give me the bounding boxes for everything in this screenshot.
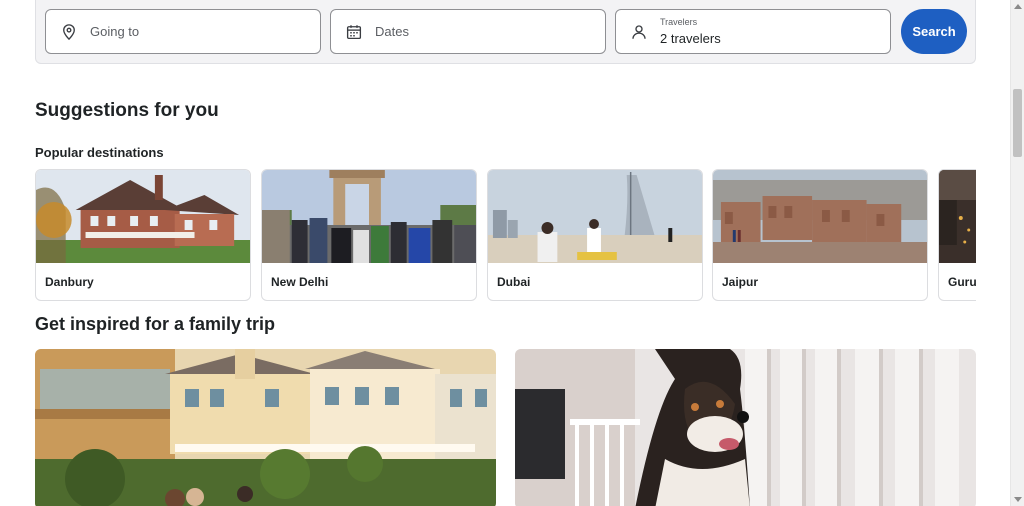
scroll-thumb[interactable]	[1013, 89, 1022, 157]
destination-card-new-delhi[interactable]: New Delhi	[261, 169, 477, 301]
destination-image	[939, 170, 976, 263]
going-to-placeholder: Going to	[90, 24, 140, 39]
destination-image	[488, 170, 702, 263]
inspiration-heading: Get inspired for a family trip	[35, 314, 276, 334]
family-trip-image-beach-houses[interactable]	[35, 349, 496, 506]
destination-name: Dubai	[497, 275, 531, 289]
destination-image	[713, 170, 927, 263]
location-pin-icon	[58, 21, 80, 43]
dates-field[interactable]: Dates	[330, 9, 606, 54]
destination-name: New Delhi	[271, 275, 329, 289]
destination-name: Guru	[948, 275, 976, 289]
travelers-label: Travelers	[660, 16, 698, 27]
going-to-field[interactable]: Going to	[45, 9, 321, 54]
destination-image	[36, 170, 250, 263]
person-icon	[628, 21, 650, 43]
destinations-carousel: Danbury New Delhi Dubai Jaipur Guru	[35, 169, 976, 301]
destination-card-danbury[interactable]: Danbury	[35, 169, 251, 301]
scroll-up-arrow-icon[interactable]	[1014, 4, 1022, 9]
destination-image	[262, 170, 476, 263]
suggestions-heading: Suggestions for you	[35, 100, 219, 121]
destination-card-jaipur[interactable]: Jaipur	[712, 169, 928, 301]
travelers-value: 2 travelers	[660, 30, 721, 46]
page: Going to Dates Travelers 2 travelers Sea…	[0, 0, 1010, 506]
scroll-down-arrow-icon[interactable]	[1014, 497, 1022, 502]
page-scrollbar[interactable]	[1010, 0, 1024, 506]
dates-placeholder: Dates	[375, 24, 409, 39]
destination-name: Danbury	[45, 275, 94, 289]
travelers-field[interactable]: Travelers 2 travelers	[615, 9, 891, 54]
popular-destinations-heading: Popular destinations	[35, 145, 164, 160]
search-panel: Going to Dates Travelers 2 travelers Sea…	[35, 0, 976, 64]
calendar-icon	[343, 21, 365, 43]
destination-card-guru[interactable]: Guru	[938, 169, 976, 301]
travelers-text: Travelers 2 travelers	[660, 16, 721, 48]
destination-name: Jaipur	[722, 275, 759, 289]
destination-card-dubai[interactable]: Dubai	[487, 169, 703, 301]
family-trip-image-dog[interactable]	[515, 349, 976, 506]
search-button[interactable]: Search	[901, 9, 967, 54]
